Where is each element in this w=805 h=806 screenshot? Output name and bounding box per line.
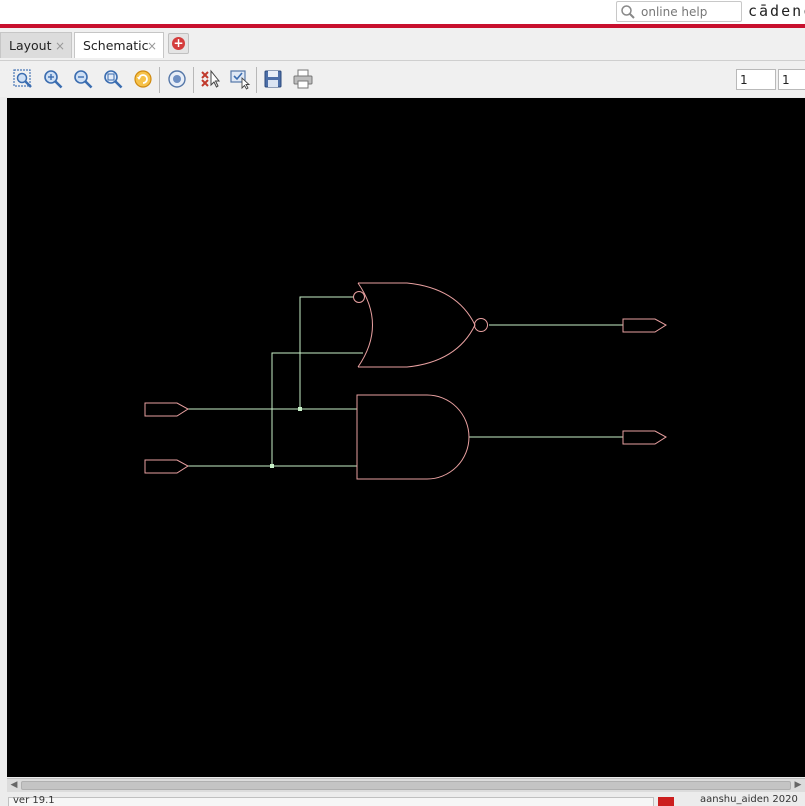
add-tab-button[interactable]: + [168,33,189,54]
page-number-field[interactable] [736,69,776,90]
tab-label: Layout [9,38,52,53]
close-icon[interactable]: × [147,33,157,59]
toolbar-separator [159,67,160,93]
select-icon[interactable] [166,68,188,90]
output-port-and[interactable] [622,430,667,445]
zoom-out-icon[interactable] [72,68,94,90]
online-help-search[interactable] [616,1,742,22]
refresh-icon[interactable] [132,68,154,90]
search-input[interactable] [641,3,739,20]
search-icon [621,5,635,19]
status-left-text: ver 19.1 [13,795,55,806]
close-icon[interactable]: × [55,33,65,59]
tab-strip: Layout × Schematic × + [0,28,805,61]
top-bar: cādence [0,0,805,24]
scroll-thumb[interactable] [21,781,791,790]
output-port-nor[interactable] [622,318,667,333]
status-right-text: aanshu_aiden 2020 [700,794,798,805]
cadence-logo: cādence [748,2,805,20]
input-port-b[interactable] [144,459,189,474]
status-message: ver 19.1 [8,795,654,806]
schematic-drawing [144,282,667,480]
tab-schematic[interactable]: Schematic × [74,32,164,58]
toolbar [0,61,805,97]
zoom-in-icon[interactable] [42,68,64,90]
deselect-icon[interactable] [199,68,221,90]
zoom-area-icon[interactable] [102,68,124,90]
plus-circle-icon: + [172,36,185,50]
tab-label: Schematic [83,38,149,53]
input-port-a[interactable] [144,402,189,417]
filter-select-icon[interactable] [229,68,251,90]
nor-input-bubble [353,291,365,303]
toolbar-separator [256,67,257,93]
junction-dot [270,464,274,468]
and-gate[interactable] [356,394,470,480]
nor-gate[interactable] [353,282,488,368]
wires [188,296,623,467]
schematic-canvas[interactable] [7,98,805,777]
save-icon[interactable] [262,68,284,90]
tab-layout[interactable]: Layout × [0,32,72,58]
horizontal-scrollbar[interactable]: ◀ ▶ [7,778,805,792]
scroll-left-icon[interactable]: ◀ [8,780,20,791]
junction-dot [298,407,302,411]
nor-output-bubble [474,318,488,332]
page-count-field[interactable] [778,69,805,90]
alert-flag-icon[interactable] [658,797,674,806]
scroll-right-icon[interactable]: ▶ [792,780,804,791]
toolbar-separator [193,67,194,93]
print-icon[interactable] [292,68,314,90]
zoom-fit-icon[interactable] [12,68,34,90]
